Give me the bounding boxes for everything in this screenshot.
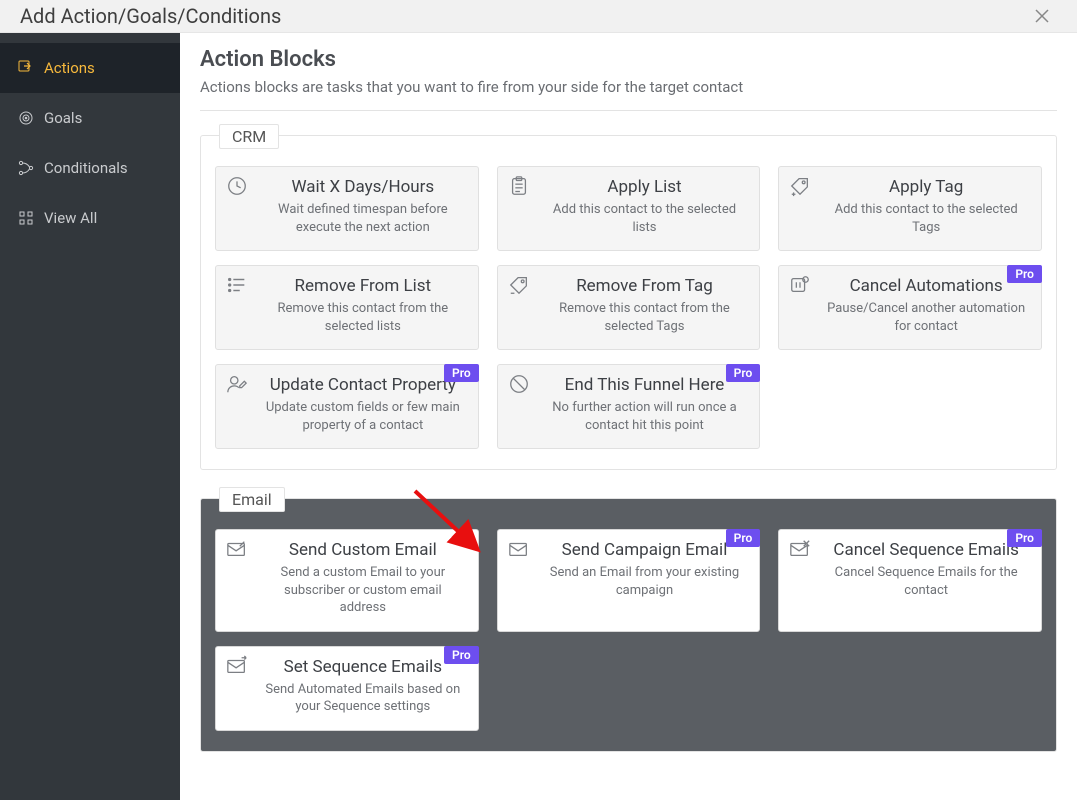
card-set-sequence-emails[interactable]: Pro Set Sequence Emails Send Automated E… bbox=[215, 646, 479, 731]
card-desc: Send a custom Email to your subscriber o… bbox=[260, 564, 466, 617]
card-wait-days[interactable]: Wait X Days/Hours Wait defined timespan … bbox=[215, 166, 479, 251]
section-crm: CRM Wait X Days/Hours Wait defined times… bbox=[200, 135, 1057, 470]
clock-icon bbox=[226, 175, 248, 197]
cards-crm: Wait X Days/Hours Wait defined timespan … bbox=[215, 166, 1042, 449]
content: Action Blocks Actions blocks are tasks t… bbox=[180, 33, 1077, 800]
stop-icon bbox=[508, 373, 530, 395]
page-heading: Action Blocks bbox=[200, 47, 1057, 72]
card-desc: Wait defined timespan before execute the… bbox=[260, 201, 466, 236]
email-sequence-icon bbox=[226, 655, 248, 677]
card-title: End This Funnel Here bbox=[542, 375, 748, 395]
pro-badge: Pro bbox=[1007, 529, 1042, 547]
card-desc: Send Automated Emails based on your Sequ… bbox=[260, 681, 466, 716]
section-email: Email Send Custom Email Send a custom Em… bbox=[200, 498, 1057, 752]
section-legend-crm: CRM bbox=[219, 124, 279, 149]
card-desc: No further action will run once a contac… bbox=[542, 399, 748, 434]
email-send-icon bbox=[508, 538, 530, 560]
card-end-funnel[interactable]: Pro End This Funnel Here No further acti… bbox=[497, 364, 761, 449]
card-title: Apply List bbox=[542, 177, 748, 197]
modal-title: Add Action/Goals/Conditions bbox=[20, 4, 281, 28]
sidebar: Actions Goals Conditionals View All bbox=[0, 33, 180, 800]
card-desc: Add this contact to the selected Tags bbox=[823, 201, 1029, 236]
card-cancel-automations[interactable]: Pro Cancel Automations Pause/Cancel anot… bbox=[778, 265, 1042, 350]
card-send-campaign-email[interactable]: Pro Send Campaign Email Send an Email fr… bbox=[497, 529, 761, 632]
card-remove-from-tag[interactable]: Remove From Tag Remove this contact from… bbox=[497, 265, 761, 350]
sidebar-item-label: Conditionals bbox=[44, 159, 128, 177]
close-icon[interactable] bbox=[1027, 0, 1057, 32]
card-title: Send Custom Email bbox=[260, 540, 466, 560]
card-apply-tag[interactable]: Apply Tag Add this contact to the select… bbox=[778, 166, 1042, 251]
card-title: Remove From Tag bbox=[542, 276, 748, 296]
card-title: Apply Tag bbox=[823, 177, 1029, 197]
card-title: Remove From List bbox=[260, 276, 466, 296]
card-desc: Cancel Sequence Emails for the contact bbox=[823, 564, 1029, 599]
section-legend-email: Email bbox=[219, 487, 285, 512]
card-desc: Remove this contact from the selected li… bbox=[260, 300, 466, 335]
card-desc: Remove this contact from the selected Ta… bbox=[542, 300, 748, 335]
pro-badge: Pro bbox=[444, 364, 479, 382]
actions-icon bbox=[18, 60, 34, 76]
email-cancel-icon bbox=[789, 538, 811, 560]
card-desc: Add this contact to the selected lists bbox=[542, 201, 748, 236]
titlebar: Add Action/Goals/Conditions bbox=[0, 0, 1077, 33]
card-title: Cancel Sequence Emails bbox=[823, 540, 1029, 560]
sidebar-item-actions[interactable]: Actions bbox=[0, 43, 180, 93]
pro-badge: Pro bbox=[1007, 265, 1042, 283]
page-subheading: Actions blocks are tasks that you want t… bbox=[200, 78, 1057, 111]
card-title: Send Campaign Email bbox=[542, 540, 748, 560]
user-edit-icon bbox=[226, 373, 248, 395]
card-send-custom-email[interactable]: Send Custom Email Send a custom Email to… bbox=[215, 529, 479, 632]
card-cancel-sequence-emails[interactable]: Pro Cancel Sequence Emails Cancel Sequen… bbox=[778, 529, 1042, 632]
pause-icon bbox=[789, 274, 811, 296]
tag-add-icon bbox=[789, 175, 811, 197]
pro-badge: Pro bbox=[726, 529, 761, 547]
clipboard-icon bbox=[508, 175, 530, 197]
sidebar-item-goals[interactable]: Goals bbox=[0, 93, 180, 143]
sidebar-item-label: View All bbox=[44, 209, 97, 227]
sidebar-item-view-all[interactable]: View All bbox=[0, 193, 180, 243]
sidebar-item-label: Actions bbox=[44, 59, 95, 77]
grid-icon bbox=[18, 210, 34, 226]
card-desc: Send an Email from your existing campaig… bbox=[542, 564, 748, 599]
tag-remove-icon bbox=[508, 274, 530, 296]
card-remove-from-list[interactable]: Remove From List Remove this contact fro… bbox=[215, 265, 479, 350]
card-update-contact-property[interactable]: Pro Update Contact Property Update custo… bbox=[215, 364, 479, 449]
sidebar-item-label: Goals bbox=[44, 109, 82, 127]
list-remove-icon bbox=[226, 274, 248, 296]
card-title: Update Contact Property bbox=[260, 375, 466, 395]
sidebar-item-conditionals[interactable]: Conditionals bbox=[0, 143, 180, 193]
card-title: Set Sequence Emails bbox=[260, 657, 466, 677]
pro-badge: Pro bbox=[726, 364, 761, 382]
conditionals-icon bbox=[18, 160, 34, 176]
pro-badge: Pro bbox=[444, 646, 479, 664]
card-desc: Pause/Cancel another automation for cont… bbox=[823, 300, 1029, 335]
card-title: Wait X Days/Hours bbox=[260, 177, 466, 197]
cards-email: Send Custom Email Send a custom Email to… bbox=[215, 529, 1042, 731]
card-apply-list[interactable]: Apply List Add this contact to the selec… bbox=[497, 166, 761, 251]
goals-icon bbox=[18, 110, 34, 126]
body: Actions Goals Conditionals View All bbox=[0, 33, 1077, 800]
email-edit-icon bbox=[226, 538, 248, 560]
card-title: Cancel Automations bbox=[823, 276, 1029, 296]
window: Add Action/Goals/Conditions Actions Goal… bbox=[0, 0, 1077, 761]
card-desc: Update custom fields or few main propert… bbox=[260, 399, 466, 434]
